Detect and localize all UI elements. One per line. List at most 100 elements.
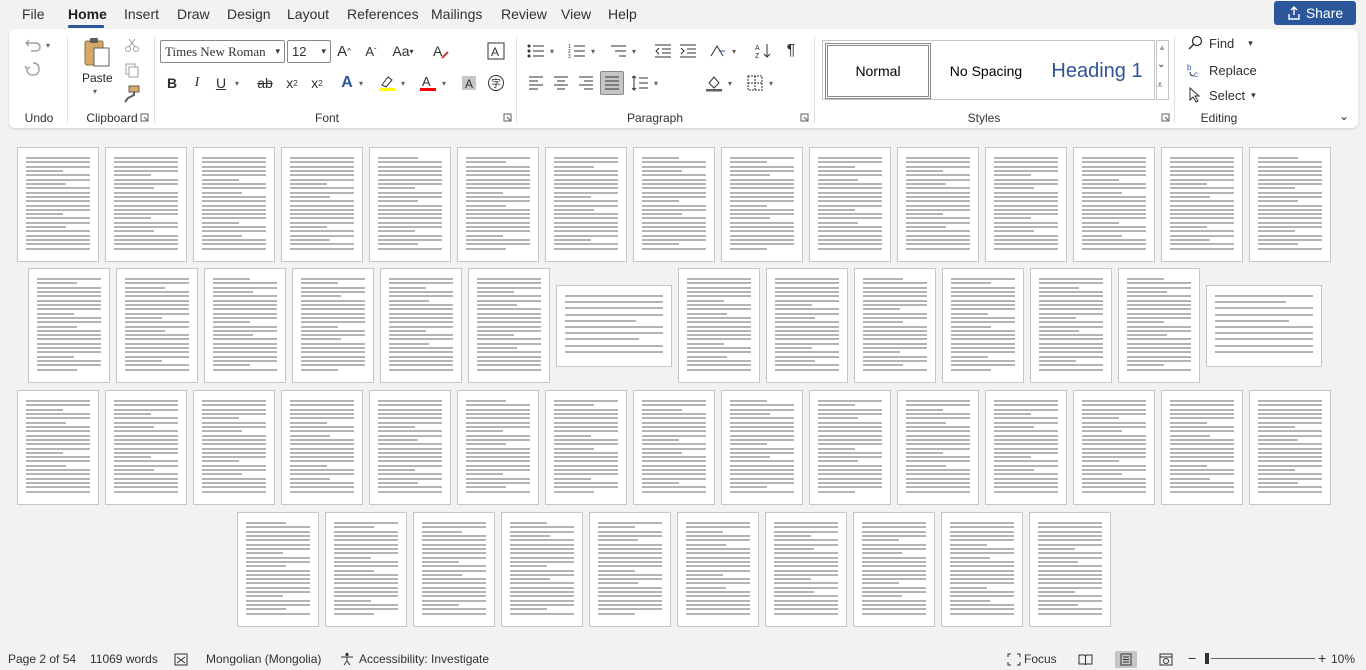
bold-button[interactable]: B <box>160 71 184 95</box>
share-button[interactable]: Share <box>1274 1 1356 25</box>
page-thumbnail[interactable] <box>194 391 274 504</box>
paste-icon[interactable] <box>81 35 113 69</box>
collapse-ribbon-icon[interactable]: ⌄ <box>1339 109 1349 123</box>
page-thumbnail[interactable] <box>943 269 1023 382</box>
page-thumbnail[interactable] <box>326 513 406 626</box>
style-normal[interactable]: Normal <box>825 43 931 99</box>
strikethrough-button[interactable]: ab <box>253 71 277 95</box>
page-thumbnail[interactable] <box>414 513 494 626</box>
shrink-font-button[interactable]: Aˇ <box>359 39 383 63</box>
text-direction-icon[interactable] <box>706 39 730 63</box>
bullets-icon[interactable] <box>524 39 548 63</box>
page-thumbnail[interactable] <box>557 286 671 366</box>
page-thumbnail[interactable] <box>194 148 274 261</box>
underline-button[interactable]: U <box>209 71 233 95</box>
accessibility-status[interactable]: Accessibility: Investigate <box>359 652 489 666</box>
paste-label[interactable]: Paste <box>82 71 113 85</box>
page-thumbnail[interactable] <box>986 148 1066 261</box>
page-thumbnail[interactable] <box>29 269 109 382</box>
page-thumbnail[interactable] <box>766 513 846 626</box>
find-button[interactable]: Find ▾ <box>1187 35 1253 51</box>
zoom-slider[interactable] <box>1211 658 1315 659</box>
text-effects-box-icon[interactable]: A <box>484 39 508 63</box>
tab-file[interactable]: File <box>22 6 45 22</box>
focus-icon[interactable] <box>1007 653 1021 666</box>
font-size-combobox[interactable]: 12 ▾ <box>287 40 331 63</box>
print-layout-button[interactable] <box>1115 651 1137 668</box>
text-direction-dropdown-icon[interactable]: ▾ <box>732 47 736 56</box>
page-thumbnail[interactable] <box>1207 286 1321 366</box>
tab-layout[interactable]: Layout <box>287 6 329 22</box>
page-thumbnail[interactable] <box>810 148 890 261</box>
undo-icon[interactable] <box>22 34 44 56</box>
align-left-icon[interactable] <box>524 71 548 95</box>
chevron-up-icon[interactable]: ▲ <box>1158 43 1166 52</box>
numbering-dropdown-icon[interactable]: ▾ <box>591 47 595 56</box>
justify-icon[interactable] <box>600 71 624 95</box>
tab-help[interactable]: Help <box>608 6 637 22</box>
style-no-spacing[interactable]: No Spacing <box>933 43 1039 99</box>
page-thumbnail[interactable] <box>106 148 186 261</box>
multilevel-list-icon[interactable] <box>606 39 630 63</box>
page-thumbnail[interactable] <box>634 391 714 504</box>
tab-draw[interactable]: Draw <box>177 6 210 22</box>
page-thumbnail[interactable] <box>469 269 549 382</box>
page-thumbnail[interactable] <box>18 148 98 261</box>
page-thumbnail[interactable] <box>1030 513 1110 626</box>
chevron-down-icon[interactable]: ⌄ <box>1157 59 1165 70</box>
paragraph-launcher-icon[interactable] <box>800 113 809 122</box>
page-thumbnail[interactable] <box>546 148 626 261</box>
clipboard-launcher-icon[interactable] <box>140 113 149 122</box>
align-right-icon[interactable] <box>574 71 598 95</box>
show-formatting-marks-icon[interactable]: ¶ <box>779 39 803 63</box>
select-button[interactable]: Select ▾ <box>1187 87 1256 103</box>
page-thumbnail[interactable] <box>898 391 978 504</box>
accessibility-icon[interactable] <box>340 652 354 666</box>
font-color-dropdown-icon[interactable]: ▾ <box>442 79 446 88</box>
superscript-button[interactable]: x2 <box>305 71 329 95</box>
page-thumbnail[interactable] <box>679 269 759 382</box>
page-thumbnail[interactable] <box>381 269 461 382</box>
cut-icon[interactable] <box>122 35 142 55</box>
proofing-icon[interactable] <box>174 653 188 666</box>
page-thumbnail[interactable] <box>205 269 285 382</box>
paste-dropdown-icon[interactable]: ▾ <box>93 87 97 96</box>
page-thumbnail[interactable] <box>855 269 935 382</box>
increase-indent-icon[interactable] <box>676 39 700 63</box>
tab-home[interactable]: Home <box>68 6 107 22</box>
borders-dropdown-icon[interactable]: ▾ <box>769 79 773 88</box>
page-thumbnail[interactable] <box>1250 391 1330 504</box>
numbering-icon[interactable]: 123 <box>565 39 589 63</box>
zoom-out-icon[interactable]: − <box>1188 650 1196 666</box>
page-count-status[interactable]: Page 2 of 54 <box>8 652 76 666</box>
page-thumbnail[interactable] <box>722 391 802 504</box>
page-thumbnail[interactable] <box>546 391 626 504</box>
page-thumbnail[interactable] <box>767 269 847 382</box>
enclose-characters-icon[interactable]: 字 <box>484 71 508 95</box>
page-thumbnail[interactable] <box>1074 391 1154 504</box>
tab-references[interactable]: References <box>347 6 419 22</box>
page-thumbnail[interactable] <box>1162 391 1242 504</box>
clear-formatting-icon[interactable]: A <box>429 39 453 63</box>
multilevel-dropdown-icon[interactable]: ▾ <box>632 47 636 56</box>
language-status[interactable]: Mongolian (Mongolia) <box>206 652 321 666</box>
tab-insert[interactable]: Insert <box>124 6 159 22</box>
word-count-status[interactable]: 11069 words <box>90 652 158 666</box>
focus-label[interactable]: Focus <box>1024 652 1057 666</box>
page-thumbnail[interactable] <box>458 391 538 504</box>
page-thumbnail[interactable] <box>1031 269 1111 382</box>
zoom-in-icon[interactable]: + <box>1318 650 1326 666</box>
page-thumbnail[interactable] <box>370 391 450 504</box>
page-thumbnail[interactable] <box>986 391 1066 504</box>
sort-icon[interactable]: AZ <box>751 39 775 63</box>
text-effects-dropdown-icon[interactable]: ▾ <box>359 79 363 88</box>
page-thumbnail[interactable] <box>370 148 450 261</box>
shading-icon[interactable] <box>702 71 726 95</box>
tab-view[interactable]: View <box>561 6 591 22</box>
decrease-indent-icon[interactable] <box>651 39 675 63</box>
highlight-dropdown-icon[interactable]: ▾ <box>401 79 405 88</box>
page-thumbnail[interactable] <box>18 391 98 504</box>
character-shading-icon[interactable]: A <box>457 71 481 95</box>
styles-more-icon[interactable]: ⩡ <box>1157 80 1163 91</box>
font-launcher-icon[interactable] <box>503 113 512 122</box>
